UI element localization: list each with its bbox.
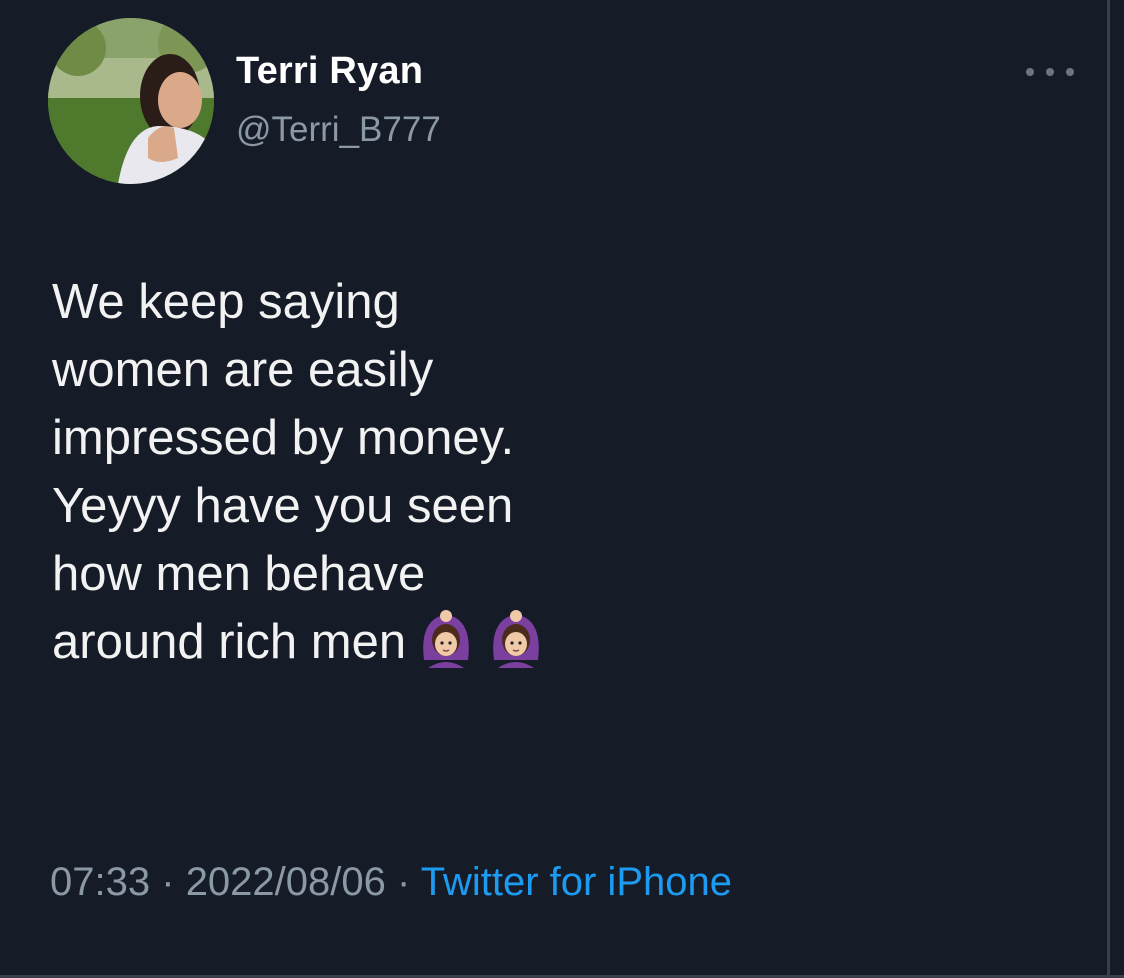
user-handle[interactable]: @Terri_B777 — [236, 110, 441, 150]
dot — [1046, 68, 1054, 76]
profile-photo-icon — [48, 18, 214, 184]
tweet-text-line: We keep saying — [52, 275, 400, 329]
display-name[interactable]: Terri Ryan — [236, 50, 423, 93]
tweet-time[interactable]: 07:33 — [50, 860, 150, 904]
tweet-source-link[interactable]: Twitter for iPhone — [421, 860, 732, 904]
person-gesturing-ok-emoji-icon — [493, 610, 539, 668]
meta-separator: · — [161, 860, 175, 904]
tweet-text: We keep saying women are easily impresse… — [52, 268, 812, 676]
tweet-text-line: women are easily — [52, 343, 434, 397]
tweet-text-line: impressed by money. — [52, 411, 515, 465]
dot — [1066, 68, 1074, 76]
person-gesturing-ok-emoji-icon — [423, 610, 469, 668]
more-dots-icon[interactable] — [1026, 60, 1074, 84]
dot — [1026, 68, 1034, 76]
tweet-text-last-line: around rich men — [52, 608, 812, 676]
scrollbar-divider — [1107, 0, 1110, 978]
meta-separator: · — [397, 860, 411, 904]
tweet-text-line: how men behave — [52, 547, 426, 601]
tweet-date[interactable]: 2022/08/06 — [186, 860, 386, 904]
tweet-card: Terri Ryan @Terri_B777 We keep saying wo… — [0, 0, 1124, 978]
tweet-meta: 07:33 · 2022/08/06 · Twitter for iPhone — [50, 860, 732, 905]
avatar[interactable] — [48, 18, 214, 184]
tweet-text-line: around rich men — [52, 615, 407, 669]
tweet-text-line: Yeyyy have you seen — [52, 479, 514, 533]
